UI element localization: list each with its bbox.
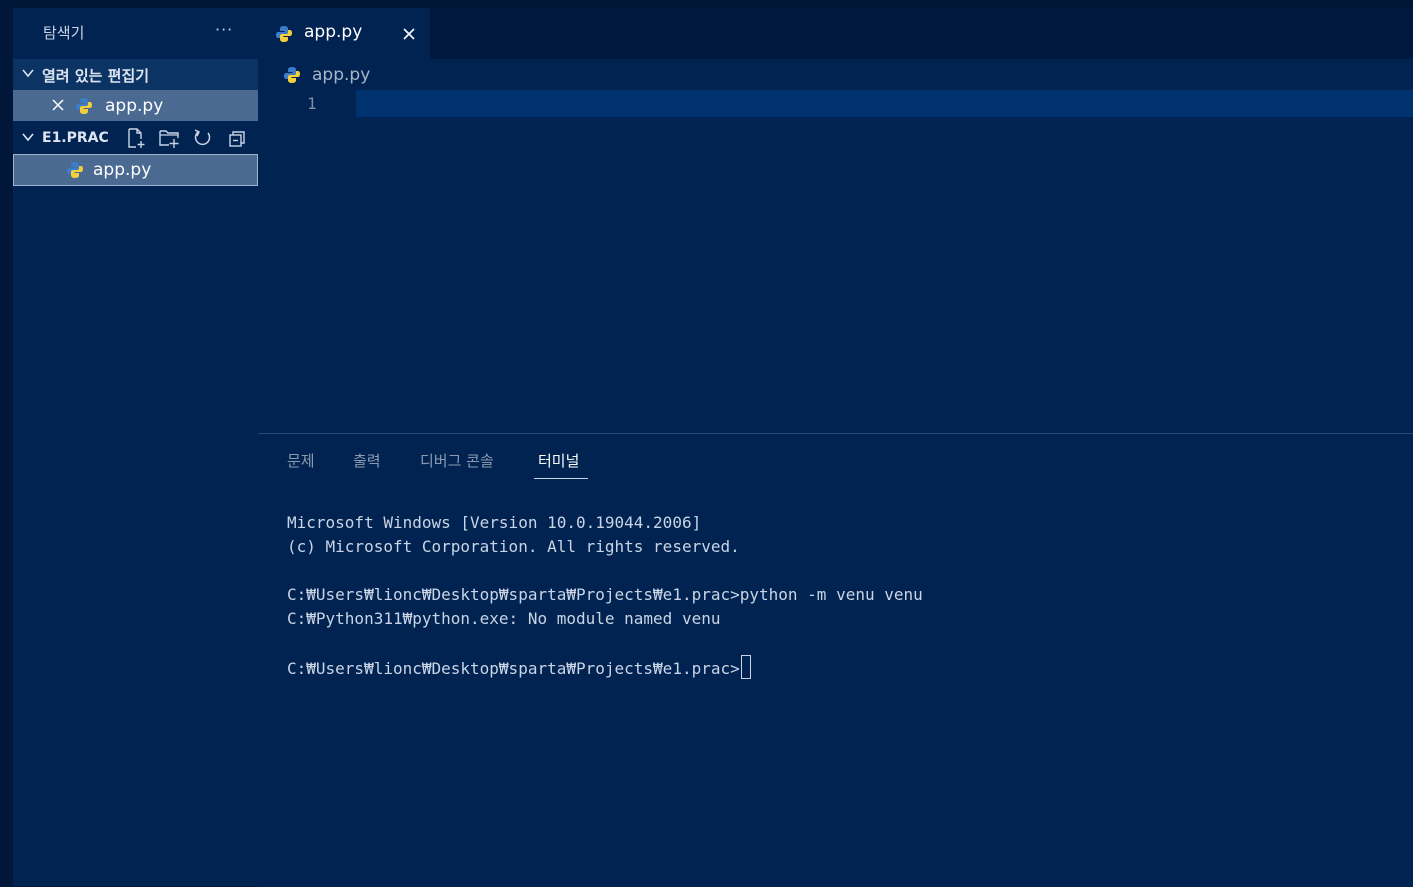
terminal-output[interactable]: Microsoft Windows [Version 10.0.19044.20… [287, 511, 923, 681]
bottom-panel: 문제 출력 디버그 콘솔 터미널 Microsoft Windows [Vers… [258, 433, 1413, 887]
chevron-down-icon [22, 133, 34, 142]
activity-bar [0, 0, 13, 886]
python-file-icon [284, 67, 300, 83]
project-folder-section[interactable]: E1.PRAC [13, 123, 258, 154]
open-editor-file-label: app.py [105, 96, 164, 116]
explorer-title: 탐색기 [43, 24, 85, 42]
tab-problems[interactable]: 문제 [287, 450, 315, 471]
explorer-sidebar: 탐색기 ··· 열려 있는 편집기 app.py E1.PRAC app.py [13, 8, 258, 886]
editor-tab-bar: app.py [258, 8, 1413, 59]
tree-file-item[interactable]: app.py [13, 154, 258, 186]
tab-label: app.py [304, 22, 363, 42]
tree-file-label: app.py [93, 160, 152, 180]
terminal-line: C:₩Users₩lionc₩Desktop₩sparta₩Projects₩e… [287, 585, 923, 604]
python-file-icon [76, 98, 92, 114]
tab-app-py[interactable]: app.py [258, 8, 430, 59]
explorer-header: 탐색기 ··· [13, 8, 258, 58]
new-folder-icon[interactable] [158, 127, 180, 149]
terminal-prompt: C:₩Users₩lionc₩Desktop₩sparta₩Projects₩e… [287, 659, 740, 678]
open-editor-item[interactable]: app.py [13, 90, 258, 121]
active-tab-indicator [534, 478, 588, 479]
python-file-icon [276, 26, 292, 42]
open-editors-section[interactable]: 열려 있는 편집기 [13, 59, 258, 90]
line-number: 1 [307, 94, 317, 113]
terminal-prompt-line: C:₩Users₩lionc₩Desktop₩sparta₩Projects₩e… [287, 655, 923, 681]
terminal-line: Microsoft Windows [Version 10.0.19044.20… [287, 513, 702, 532]
terminal-cursor [740, 655, 751, 679]
python-file-icon [67, 162, 83, 178]
current-line-highlight [356, 90, 1413, 117]
close-icon[interactable] [51, 98, 65, 112]
terminal-line: (c) Microsoft Corporation. All rights re… [287, 537, 740, 556]
refresh-icon[interactable] [192, 127, 214, 149]
new-file-icon[interactable] [125, 127, 147, 149]
more-actions-icon[interactable]: ··· [215, 20, 233, 39]
terminal-line: C:₩Python311₩python.exe: No module named… [287, 609, 721, 628]
project-folder-label: E1.PRAC [42, 130, 109, 146]
open-editors-label: 열려 있는 편집기 [42, 67, 150, 85]
window-top-strip [0, 0, 1413, 8]
collapse-all-icon[interactable] [226, 127, 248, 149]
close-icon[interactable] [402, 27, 416, 41]
editor-area[interactable]: app.py 1 [258, 59, 1413, 433]
tab-terminal[interactable]: 터미널 [538, 450, 579, 471]
chevron-down-icon [22, 69, 34, 78]
breadcrumb-file-label: app.py [312, 65, 371, 85]
tab-debug-console[interactable]: 디버그 콘솔 [420, 450, 494, 471]
tab-output[interactable]: 출력 [353, 450, 381, 471]
